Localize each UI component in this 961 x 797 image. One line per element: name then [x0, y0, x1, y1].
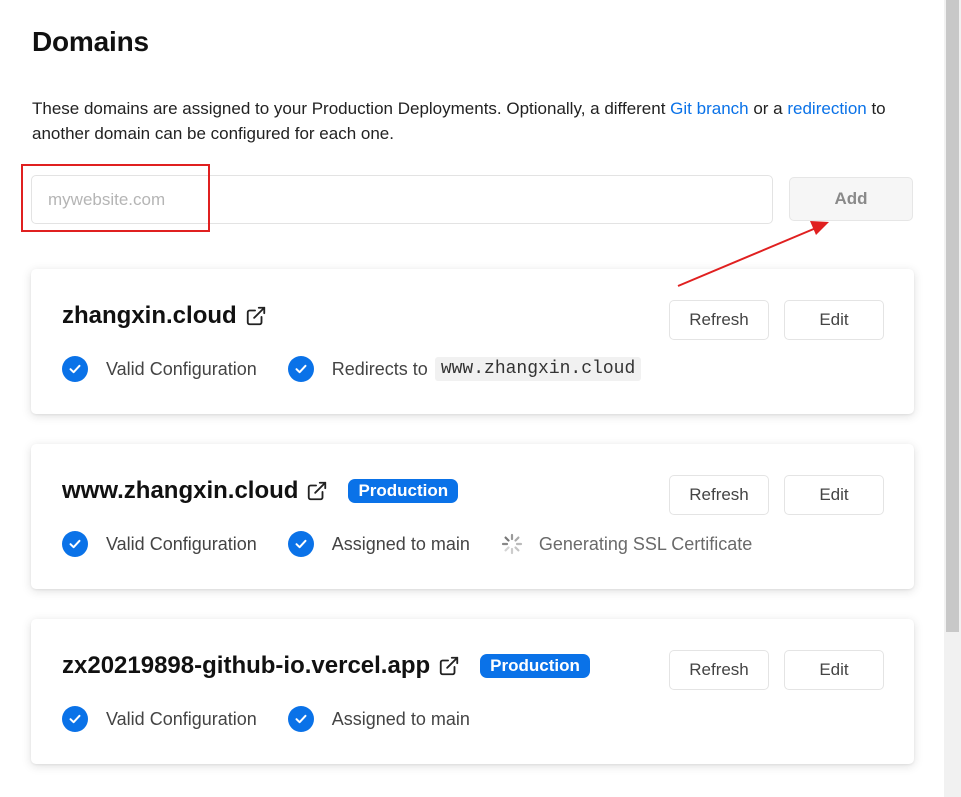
add-domain-button[interactable]: Add: [789, 177, 913, 221]
status-label: Valid Configuration: [106, 533, 257, 554]
redirection-link[interactable]: redirection: [787, 99, 866, 118]
status-label: Assigned to main: [331, 708, 470, 729]
status-valid-configuration: Valid Configuration: [62, 531, 257, 557]
status-row: Valid Configuration Redirects to www.zha…: [62, 356, 672, 382]
git-branch-link[interactable]: Git branch: [670, 99, 748, 118]
check-circle-icon: [62, 356, 88, 382]
status-assigned: Assigned to main: [287, 531, 470, 557]
domain-card-vercel-app: zx20219898-github-io.vercel.app Producti…: [31, 619, 914, 764]
status-label: Redirects to: [331, 358, 428, 379]
domains-settings-page: Domains These domains are assigned to yo…: [0, 0, 944, 797]
status-row: Valid Configuration Assigned to main: [62, 531, 783, 557]
production-badge: Production: [480, 654, 590, 678]
domain-card-header: www.zhangxin.cloud Production: [62, 477, 459, 505]
external-link-icon[interactable]: [438, 655, 460, 677]
status-ssl: Generating SSL Certificate: [501, 533, 752, 555]
status-valid-configuration: Valid Configuration: [62, 356, 257, 382]
external-link-icon[interactable]: [245, 305, 267, 327]
domain-card-zhangxin-cloud: zhangxin.cloud Refresh Edit Valid Config…: [31, 269, 914, 414]
status-redirect: Redirects to www.zhangxin.cloud: [287, 356, 642, 382]
refresh-button[interactable]: Refresh: [669, 300, 769, 340]
status-assigned: Assigned to main: [287, 706, 470, 732]
check-circle-icon: [287, 531, 314, 557]
production-badge: Production: [348, 479, 459, 503]
description-text-1: These domains are assigned to your Produ…: [32, 99, 671, 118]
domain-name[interactable]: zx20219898-github-io.vercel.app: [62, 652, 430, 680]
check-circle-icon: [62, 706, 88, 732]
status-label: Valid Configuration: [106, 358, 257, 379]
scrollbar-thumb[interactable]: [946, 0, 959, 632]
spinner-icon: [501, 533, 523, 555]
redirect-target: www.zhangxin.cloud: [434, 357, 642, 381]
domain-card-header: zhangxin.cloud: [62, 302, 267, 330]
edit-button[interactable]: Edit: [784, 650, 884, 690]
domain-card-www-zhangxin-cloud: www.zhangxin.cloud Production Refresh Ed…: [31, 444, 914, 589]
page-description: These domains are assigned to your Produ…: [32, 96, 892, 146]
edit-button[interactable]: Edit: [784, 475, 884, 515]
status-valid-configuration: Valid Configuration: [62, 706, 257, 732]
description-text-2: or a: [748, 99, 788, 118]
check-circle-icon: [62, 531, 88, 557]
domain-input[interactable]: [31, 175, 773, 224]
edit-button[interactable]: Edit: [784, 300, 884, 340]
check-circle-icon: [287, 356, 314, 382]
status-label: Generating SSL Certificate: [538, 533, 753, 554]
status-label: Assigned to main: [331, 533, 470, 554]
domain-name[interactable]: zhangxin.cloud: [62, 302, 237, 330]
status-label: Valid Configuration: [106, 708, 257, 729]
domain-card-header: zx20219898-github-io.vercel.app Producti…: [62, 652, 590, 680]
page-title: Domains: [32, 26, 149, 57]
external-link-icon[interactable]: [306, 480, 328, 502]
refresh-button[interactable]: Refresh: [669, 650, 769, 690]
refresh-button[interactable]: Refresh: [669, 475, 769, 515]
status-row: Valid Configuration Assigned to main: [62, 706, 501, 732]
domain-name[interactable]: www.zhangxin.cloud: [62, 477, 298, 505]
check-circle-icon: [287, 706, 314, 732]
